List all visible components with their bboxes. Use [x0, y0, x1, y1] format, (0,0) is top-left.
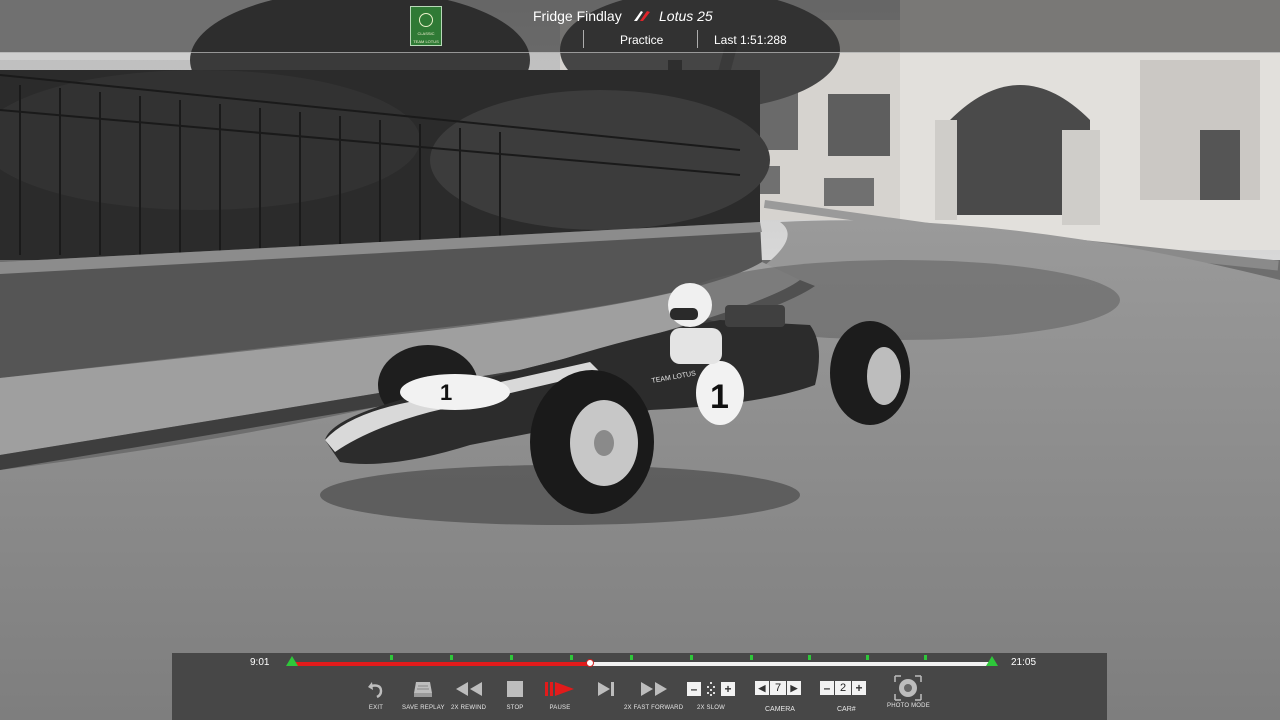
rewind-label: 2X REWIND	[451, 705, 487, 711]
save-replay-button[interactable]: SAVE REPLAY	[402, 676, 445, 711]
camera-label: CAMERA	[765, 706, 795, 713]
lap-marker	[390, 655, 393, 660]
car-number: 2	[835, 681, 851, 695]
exit-button[interactable]: EXIT	[366, 676, 386, 711]
last-lap-time: Last 1:51:288	[714, 33, 787, 47]
save-tray-icon	[414, 682, 433, 697]
lap-marker	[450, 655, 453, 660]
exit-label: EXIT	[368, 705, 384, 711]
end-flag-marker	[986, 656, 998, 666]
team-emblem-icon	[419, 13, 433, 27]
lap-marker	[630, 655, 633, 660]
lap-marker	[750, 655, 753, 660]
session-header-bar: CLASSIC TEAM LOTUS Fridge Findlay Lotus …	[0, 0, 1280, 53]
rewind-button[interactable]: 2X REWIND	[451, 676, 486, 711]
lap-marker	[808, 655, 811, 660]
save-replay-label: SAVE REPLAY	[402, 705, 445, 711]
stop-icon	[507, 681, 523, 697]
nose-number: 1	[440, 380, 452, 405]
session-type: Practice	[620, 33, 664, 47]
car-name: Lotus 25	[659, 8, 713, 24]
photo-mode-label: PHOTO MODE	[887, 703, 930, 709]
lap-marker	[866, 655, 869, 660]
header-divider	[697, 30, 698, 48]
car-selector: – 2 +	[820, 681, 866, 695]
driver-name: Fridge Findlay	[533, 8, 622, 24]
slow-plus-button[interactable]: +	[721, 682, 735, 696]
fast-forward-button[interactable]: 2X FAST FORWARD	[624, 676, 683, 711]
slow-motion-control: – + 2X SLOW	[687, 676, 735, 711]
timeline-scrubber-handle[interactable]	[585, 659, 594, 667]
car-label: CAR#	[837, 706, 856, 713]
team-logo-badge: CLASSIC TEAM LOTUS	[410, 6, 442, 46]
stop-button[interactable]: STOP	[506, 676, 524, 711]
stop-label: STOP	[506, 705, 524, 711]
lap-marker	[924, 655, 927, 660]
camera-number: 7	[770, 681, 786, 695]
helmet-visor	[670, 308, 698, 320]
pause-button[interactable]: PAUSE	[544, 676, 576, 711]
roundel-nose	[400, 374, 510, 410]
car-prev-button[interactable]: –	[820, 681, 834, 695]
timeline-end-time: 21:05	[1011, 657, 1037, 668]
camera-next-button[interactable]: ▶	[787, 681, 801, 695]
scene-illustration: 1 1 TEAM LOTUS	[0, 0, 1280, 720]
pause-label: PAUSE	[549, 705, 571, 711]
team-badge-line2: TEAM LOTUS	[413, 39, 439, 44]
replay-timeline[interactable]	[286, 655, 998, 667]
camera-aperture-icon	[894, 675, 923, 701]
start-flag-marker	[286, 656, 298, 666]
lap-marker	[690, 655, 693, 660]
step-forward-icon	[598, 682, 614, 696]
play-icon	[545, 682, 574, 696]
side-number: 1	[710, 378, 729, 416]
step-forward-button[interactable]	[596, 676, 616, 705]
slow-minus-button[interactable]: –	[687, 682, 701, 696]
timeline-start-time: 9:01	[250, 657, 270, 668]
rewind-icon	[455, 682, 482, 696]
car-next-button[interactable]: +	[852, 681, 866, 695]
slow-motion-label: 2X SLOW	[696, 705, 726, 711]
driver-suit	[670, 328, 722, 364]
camera-prev-button[interactable]: ◀	[755, 681, 769, 695]
photo-mode-button[interactable]: PHOTO MODE	[887, 673, 930, 709]
lap-marker	[510, 655, 513, 660]
timeline-played-segment	[292, 662, 590, 666]
undo-arrow-icon	[368, 682, 383, 699]
lap-marker	[570, 655, 573, 660]
slow-motion-icon	[707, 682, 715, 696]
fast-forward-label: 2X FAST FORWARD	[624, 705, 684, 711]
replay-control-panel: 9:01 21:05 EXIT SAVE REPLAY 2X REWIND ST…	[172, 653, 1107, 720]
header-divider	[583, 30, 584, 48]
game-scene: 1 1 TEAM LOTUS	[0, 0, 1280, 720]
driver-helmet	[668, 283, 712, 327]
team-badge-line1: CLASSIC	[417, 31, 435, 36]
engine-block	[725, 305, 785, 327]
fast-forward-icon	[640, 682, 667, 696]
camera-selector: ◀ 7 ▶	[755, 681, 801, 695]
brand-logo-icon	[634, 11, 650, 21]
